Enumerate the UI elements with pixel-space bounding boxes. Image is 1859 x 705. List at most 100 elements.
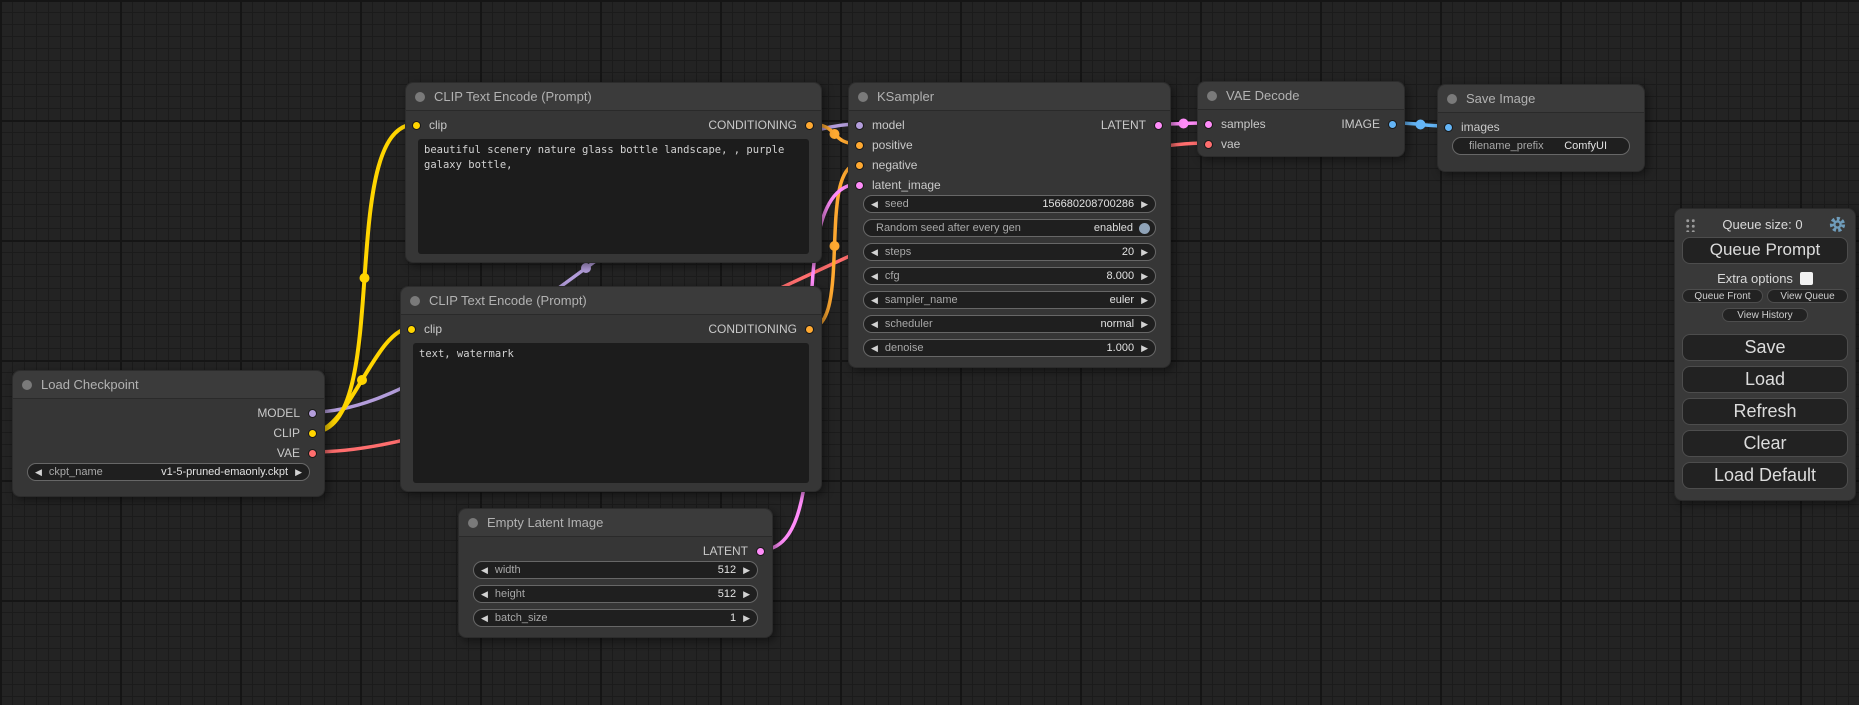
clip-input-dot[interactable] (407, 325, 416, 334)
load-button[interactable]: Load (1682, 366, 1848, 393)
positive-input-slot[interactable]: positive (855, 135, 913, 155)
increment-arrow-icon[interactable]: ▶ (736, 609, 757, 627)
clip-text-encode-positive-title-bar[interactable]: CLIP Text Encode (Prompt) (406, 83, 821, 111)
decrement-arrow-icon[interactable]: ◀ (864, 267, 885, 285)
collapse-dot[interactable] (410, 296, 420, 306)
collapse-dot[interactable] (22, 380, 32, 390)
latent-image-input-slot[interactable]: latent_image (855, 175, 941, 195)
widget-ckpt-name[interactable]: ◀ckpt_namev1-5-pruned-emaonly.ckpt▶ (27, 463, 310, 481)
prompt-textarea[interactable]: text, watermark (413, 343, 809, 483)
model-input-slot[interactable]: model (855, 115, 905, 135)
prompt-textarea[interactable]: beautiful scenery nature glass bottle la… (418, 139, 809, 254)
increment-arrow-icon[interactable]: ▶ (1134, 291, 1155, 309)
conditioning-output-dot[interactable] (805, 325, 814, 334)
decrement-arrow-icon[interactable]: ◀ (864, 243, 885, 261)
node-clip-text-encode-positive[interactable]: CLIP Text Encode (Prompt) clip CONDITIONIN… (405, 82, 822, 263)
latent-output-slot[interactable]: LATENT (703, 541, 765, 561)
decrement-arrow-icon[interactable]: ◀ (864, 339, 885, 357)
view-queue-button[interactable]: View Queue (1767, 289, 1848, 303)
increment-arrow-icon[interactable]: ▶ (736, 585, 757, 603)
widget-cfg[interactable]: ◀cfg8.000▶ (863, 267, 1156, 285)
widget-width[interactable]: ◀width512▶ (473, 561, 758, 579)
latent-image-input-dot[interactable] (855, 181, 864, 190)
clip-input-slot[interactable]: clip (412, 115, 447, 135)
vae-output-slot[interactable]: VAE (277, 443, 317, 463)
conditioning-output-dot[interactable] (805, 121, 814, 130)
increment-arrow-icon[interactable]: ▶ (1134, 339, 1155, 357)
increment-arrow-icon[interactable]: ▶ (288, 463, 309, 481)
widget-scheduler[interactable]: ◀schedulernormal▶ (863, 315, 1156, 333)
images-input-slot[interactable]: images (1444, 117, 1500, 137)
vae-input-dot[interactable] (1204, 140, 1213, 149)
samples-input-slot[interactable]: samples (1204, 114, 1266, 134)
widget-seed[interactable]: ◀seed156680208700286▶ (863, 195, 1156, 213)
clip-output-slot[interactable]: CLIP (273, 423, 317, 443)
view-history-button[interactable]: View History (1722, 308, 1808, 322)
conditioning-output-slot[interactable]: CONDITIONING (708, 115, 814, 135)
node-empty-latent-image[interactable]: Empty Latent Image LATENT◀width512▶ ◀heigh… (458, 508, 773, 638)
node-clip-text-encode-negative[interactable]: CLIP Text Encode (Prompt) clip CONDITIONIN… (400, 286, 822, 492)
clip-input-dot[interactable] (412, 121, 421, 130)
increment-arrow-icon[interactable]: ▶ (1134, 315, 1155, 333)
widget-filename-prefix[interactable]: filename_prefixComfyUI (1452, 137, 1630, 155)
widget-sampler-name[interactable]: ◀sampler_nameeuler▶ (863, 291, 1156, 309)
refresh-button[interactable]: Refresh (1682, 398, 1848, 425)
widget-height[interactable]: ◀height512▶ (473, 585, 758, 603)
collapse-dot[interactable] (858, 92, 868, 102)
negative-input-slot[interactable]: negative (855, 155, 917, 175)
positive-input-dot[interactable] (855, 141, 864, 150)
toggle-dot-icon[interactable] (1139, 223, 1150, 234)
drag-handle-icon[interactable] (1685, 217, 1696, 232)
decrement-arrow-icon[interactable]: ◀ (474, 609, 495, 627)
images-input-dot[interactable] (1444, 123, 1453, 132)
extra-options-checkbox[interactable] (1800, 272, 1813, 285)
widget-denoise[interactable]: ◀denoise1.000▶ (863, 339, 1156, 357)
load-default-button[interactable]: Load Default (1682, 462, 1848, 489)
decrement-arrow-icon[interactable]: ◀ (864, 195, 885, 213)
widget-steps[interactable]: ◀steps20▶ (863, 243, 1156, 261)
queue-prompt-button[interactable]: Queue Prompt (1682, 237, 1848, 264)
decrement-arrow-icon[interactable]: ◀ (474, 561, 495, 579)
collapse-dot[interactable] (1447, 94, 1457, 104)
node-ksampler[interactable]: KSampler model LATENT positivenegativelaten… (848, 82, 1171, 368)
decrement-arrow-icon[interactable]: ◀ (474, 585, 495, 603)
latent-output-dot[interactable] (756, 547, 765, 556)
save-button[interactable]: Save (1682, 334, 1848, 361)
negative-input-dot[interactable] (855, 161, 864, 170)
widget-random seed after every gen[interactable]: Random seed after every genenabled (863, 219, 1156, 237)
latent-output-slot[interactable]: LATENT (1101, 115, 1163, 135)
collapse-dot[interactable] (468, 518, 478, 528)
image-output-slot[interactable]: IMAGE (1341, 114, 1397, 134)
node-load-checkpoint[interactable]: Load Checkpoint MODELCLIPVAE◀ckpt_namev1-… (12, 370, 325, 497)
clip-input-slot[interactable]: clip (407, 319, 442, 339)
widget-batch-size[interactable]: ◀batch_size1▶ (473, 609, 758, 627)
save-image-title-bar[interactable]: Save Image (1438, 85, 1644, 113)
increment-arrow-icon[interactable]: ▶ (1134, 243, 1155, 261)
decrement-arrow-icon[interactable]: ◀ (864, 315, 885, 333)
vae-decode-title-bar[interactable]: VAE Decode (1198, 82, 1404, 110)
node-vae-decode[interactable]: VAE DecodesamplesIMAGEvae (1197, 81, 1405, 157)
collapse-dot[interactable] (415, 92, 425, 102)
node-save-image[interactable]: Save Image imagesfilename_prefixComfyUI (1437, 84, 1645, 172)
model-output-dot[interactable] (308, 409, 317, 418)
settings-gear-icon[interactable] (1829, 216, 1846, 233)
samples-input-dot[interactable] (1204, 120, 1213, 129)
increment-arrow-icon[interactable]: ▶ (1134, 267, 1155, 285)
decrement-arrow-icon[interactable]: ◀ (864, 291, 885, 309)
conditioning-output-slot[interactable]: CONDITIONING (708, 319, 814, 339)
decrement-arrow-icon[interactable]: ◀ (28, 463, 49, 481)
ksampler-title-bar[interactable]: KSampler (849, 83, 1170, 111)
vae-output-dot[interactable] (308, 449, 317, 458)
load-checkpoint-title-bar[interactable]: Load Checkpoint (13, 371, 324, 399)
node-graph-canvas[interactable]: Load Checkpoint MODELCLIPVAE◀ckpt_namev1-… (0, 0, 1859, 705)
increment-arrow-icon[interactable]: ▶ (1134, 195, 1155, 213)
model-output-slot[interactable]: MODEL (257, 403, 317, 423)
increment-arrow-icon[interactable]: ▶ (736, 561, 757, 579)
queue-front-button[interactable]: Queue Front (1682, 289, 1763, 303)
model-input-dot[interactable] (855, 121, 864, 130)
collapse-dot[interactable] (1207, 91, 1217, 101)
empty-latent-image-title-bar[interactable]: Empty Latent Image (459, 509, 772, 537)
image-output-dot[interactable] (1388, 120, 1397, 129)
clear-button[interactable]: Clear (1682, 430, 1848, 457)
clip-text-encode-negative-title-bar[interactable]: CLIP Text Encode (Prompt) (401, 287, 821, 315)
